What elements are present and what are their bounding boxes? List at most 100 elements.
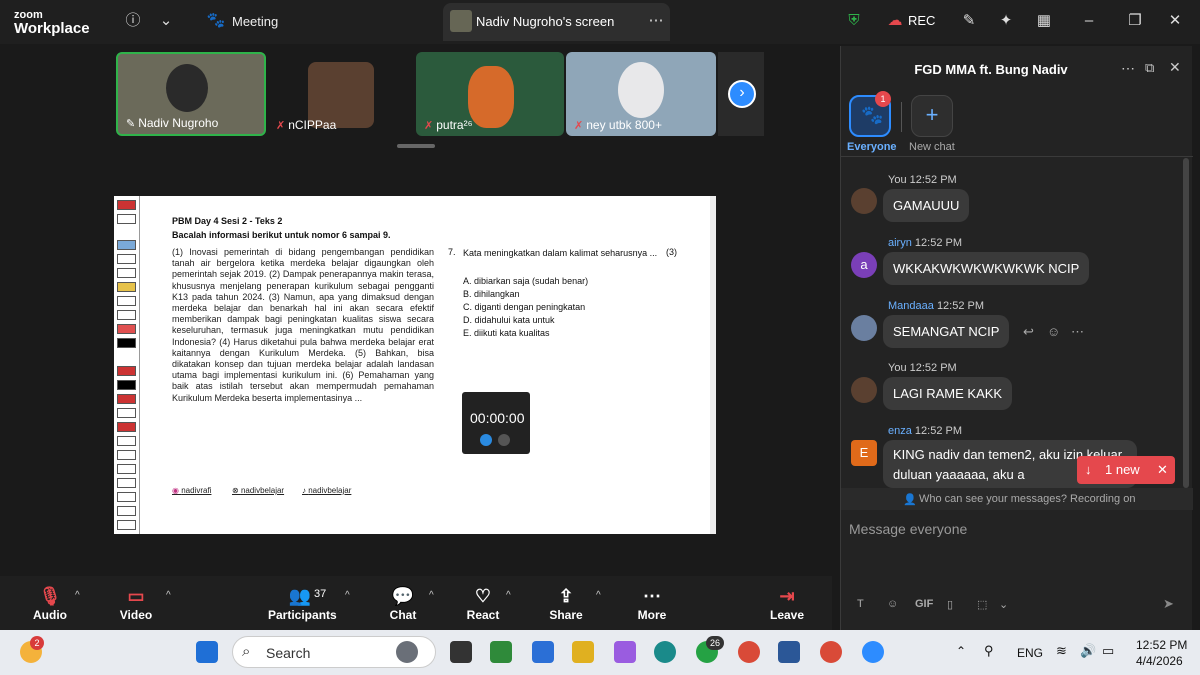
participant-tile[interactable]: ✗ putra²⁶ xyxy=(416,52,564,136)
clock-date[interactable]: 4/4/2026 xyxy=(1136,654,1183,668)
tool-icon[interactable] xyxy=(117,436,136,446)
reply-icon[interactable]: ↩ xyxy=(1023,324,1034,340)
chevron-up-icon[interactable]: ⌃ xyxy=(956,644,966,658)
copilot-icon[interactable] xyxy=(614,641,636,663)
tool-icon[interactable] xyxy=(117,310,136,320)
participants-options-caret[interactable]: ^ xyxy=(345,590,350,601)
more-options-icon[interactable]: ⋯ xyxy=(645,10,667,32)
chevron-down-icon[interactable]: ⌄ xyxy=(155,10,177,32)
file-explorer-icon[interactable] xyxy=(572,641,594,663)
share-options-caret[interactable]: ^ xyxy=(596,590,601,601)
emoji-icon[interactable]: ☺ xyxy=(1047,324,1060,339)
store-icon[interactable] xyxy=(490,641,512,663)
task-view-icon[interactable] xyxy=(450,641,472,663)
clock-time[interactable]: 12:52 PM xyxy=(1136,638,1187,652)
start-icon[interactable] xyxy=(196,641,218,663)
tool-icon[interactable] xyxy=(117,254,136,264)
message-bubble[interactable]: LAGI RAME KAKK xyxy=(883,377,1013,410)
tool-icon[interactable] xyxy=(117,492,136,502)
message-bubble[interactable]: SEMANGAT NCIP xyxy=(883,315,1010,348)
tool-icon[interactable] xyxy=(117,282,136,292)
todo-icon[interactable] xyxy=(532,641,554,663)
minimize-icon[interactable]: – xyxy=(1078,10,1100,32)
tool-icon[interactable] xyxy=(117,338,136,348)
doc-scrollbar[interactable] xyxy=(710,196,716,534)
tool-icon[interactable] xyxy=(117,296,136,306)
tool-icon[interactable] xyxy=(117,366,136,376)
tool-icon[interactable] xyxy=(117,478,136,488)
emoji-icon[interactable]: ☺ xyxy=(887,598,898,610)
participant-tile[interactable]: ✎ Nadiv Nugroho xyxy=(116,52,266,136)
tool-icon[interactable] xyxy=(117,268,136,278)
send-icon[interactable]: ➤ xyxy=(1163,596,1174,612)
gear-icon[interactable] xyxy=(117,520,136,530)
more-options-icon[interactable]: ⋯ xyxy=(1071,324,1084,340)
chat-options-caret[interactable]: ^ xyxy=(429,590,434,601)
screenshot-icon[interactable]: ⬚ xyxy=(977,598,987,611)
pop-out-icon[interactable]: ⧉ xyxy=(1145,60,1154,76)
close-icon[interactable]: ✕ xyxy=(1164,10,1186,32)
save-icon[interactable] xyxy=(117,214,136,224)
rec-label[interactable]: REC xyxy=(908,13,935,28)
new-chat-button[interactable]: + xyxy=(911,95,953,137)
language-indicator[interactable]: ENG xyxy=(1017,646,1043,660)
chrome-profile-icon[interactable] xyxy=(820,641,842,663)
tool-icon[interactable] xyxy=(117,450,136,460)
instagram-icon: ◉ xyxy=(172,486,182,495)
share-button[interactable]: ⇪ Share xyxy=(548,584,584,622)
reset-icon[interactable] xyxy=(498,434,510,446)
battery-icon[interactable]: ▭ xyxy=(1102,643,1114,659)
zoom-icon[interactable] xyxy=(862,641,884,663)
close-icon[interactable]: ✕ xyxy=(1169,59,1181,76)
ai-sparkle-icon[interactable]: ✦ xyxy=(995,10,1017,32)
tool-icon[interactable] xyxy=(117,408,136,418)
message-bubble[interactable]: WKKAKWKWKWKWKWK NCIP xyxy=(883,252,1090,285)
video-button[interactable]: ▭ Video xyxy=(118,584,154,622)
chevron-down-icon[interactable]: ⌄ xyxy=(999,598,1008,611)
chrome-icon[interactable] xyxy=(738,641,760,663)
chat-scrollbar[interactable] xyxy=(1183,158,1189,488)
volume-icon[interactable]: 🔊 xyxy=(1080,643,1096,659)
chat-button[interactable]: 💬 Chat xyxy=(388,584,418,622)
edge-icon[interactable] xyxy=(654,641,676,663)
more-options-icon[interactable]: ⋯ xyxy=(1121,60,1135,77)
participant-tile[interactable]: ✗ nCIPPaa xyxy=(268,52,408,136)
info-icon[interactable]: ⓘ xyxy=(122,10,144,32)
meeting-label[interactable]: Meeting xyxy=(232,14,278,29)
word-icon[interactable] xyxy=(778,641,800,663)
message-input[interactable]: Message everyone xyxy=(849,521,967,537)
leave-button[interactable]: ⇥ Leave xyxy=(770,584,804,622)
participant-tile[interactable]: ✗ ney utbk 800+ xyxy=(566,52,716,136)
more-button[interactable]: ⋯ More xyxy=(636,584,668,622)
tool-icon[interactable] xyxy=(117,200,136,210)
zoom-icon[interactable] xyxy=(117,464,136,474)
play-icon[interactable] xyxy=(480,434,492,446)
file-icon[interactable]: ▯ xyxy=(947,598,953,611)
tool-icon[interactable] xyxy=(117,380,136,390)
tool-icon[interactable] xyxy=(117,422,136,432)
react-options-caret[interactable]: ^ xyxy=(506,590,511,601)
audio-options-caret[interactable]: ^ xyxy=(75,590,80,601)
tool-icon[interactable] xyxy=(117,240,136,250)
location-icon[interactable]: ⚲ xyxy=(984,643,994,659)
apps-grid-icon[interactable]: ▦ xyxy=(1033,10,1055,32)
new-messages-pill[interactable]: ↓ 1 new ✕ xyxy=(1077,456,1175,484)
chevron-down-icon[interactable] xyxy=(117,506,136,516)
message-bubble[interactable]: GAMAUUU xyxy=(883,189,970,222)
restore-icon[interactable]: ❐ xyxy=(1124,10,1146,32)
video-options-caret[interactable]: ^ xyxy=(166,590,171,601)
tool-icon[interactable] xyxy=(117,324,136,334)
privacy-notice[interactable]: Who can see your messages? Recording on xyxy=(919,493,1135,505)
chevron-right-icon[interactable]: › xyxy=(728,80,756,108)
gif-button[interactable]: GIF xyxy=(915,598,933,610)
annotate-pen-icon[interactable]: ✎ xyxy=(958,10,980,32)
format-text-icon[interactable]: T xyxy=(857,598,864,610)
tool-icon[interactable] xyxy=(117,394,136,404)
close-icon[interactable]: ✕ xyxy=(1157,456,1168,484)
shield-icon[interactable]: ⛨ xyxy=(843,10,865,32)
tile-pager[interactable] xyxy=(397,144,435,148)
avatar: a xyxy=(851,252,877,278)
react-button[interactable]: ♡ React xyxy=(466,584,500,622)
audio-button[interactable]: 🎙 Audio xyxy=(30,584,70,622)
wifi-icon[interactable]: ≋ xyxy=(1056,643,1067,659)
